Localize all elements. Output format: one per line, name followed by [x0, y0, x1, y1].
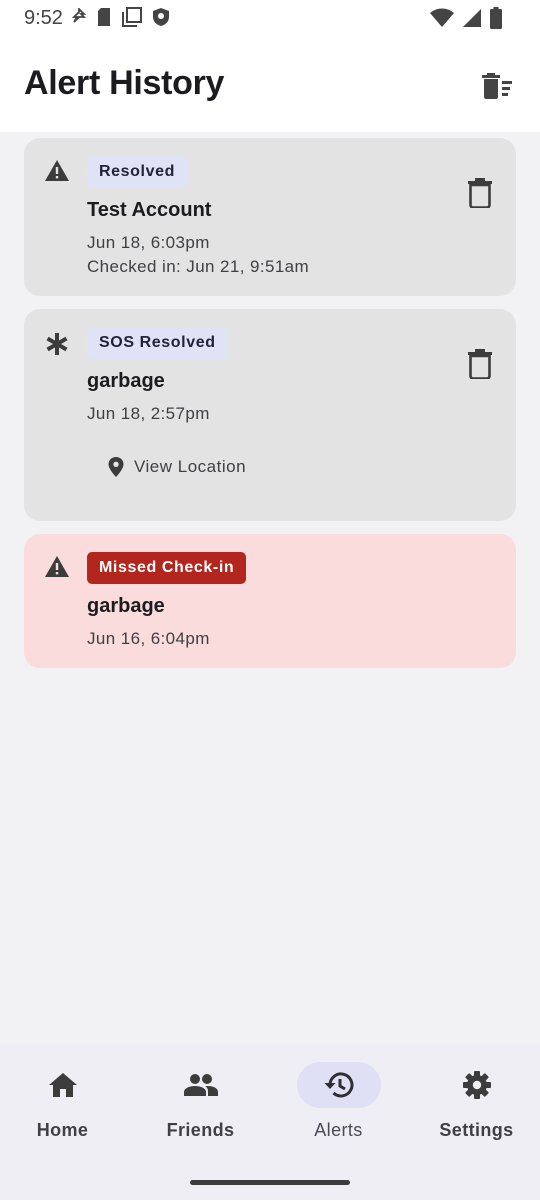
alert-card-resolved[interactable]: Resolved Test Account Jun 18, 6:03pm Che…: [24, 138, 516, 296]
alert-contact-name: garbage: [87, 370, 165, 392]
alert-card-missed-checkin[interactable]: Missed Check-in garbage Jun 16, 6:04pm: [24, 534, 516, 668]
view-location-label: View Location: [134, 457, 247, 476]
alert-timestamp: Jun 16, 6:04pm: [87, 629, 210, 648]
nav-item-home[interactable]: Home: [0, 1062, 130, 1152]
battery-icon: [490, 7, 502, 29]
bottom-navigation: Home Friends Alerts Settings: [0, 1044, 540, 1200]
home-indicator[interactable]: [190, 1180, 350, 1185]
home-icon: [48, 1073, 77, 1097]
nav-label-settings: Settings: [439, 1120, 514, 1140]
alert-timestamp: Jun 18, 6:03pm: [87, 233, 210, 252]
view-location-button[interactable]: View Location: [108, 455, 246, 479]
clear-history-button[interactable]: [480, 70, 516, 102]
nav-label-alerts: Alerts: [314, 1120, 363, 1140]
status-badge: Resolved: [87, 156, 187, 188]
data-saver-icon: [72, 8, 86, 23]
screenshot-icon: [122, 7, 142, 27]
status-badge: Missed Check-in: [87, 552, 247, 584]
trash-icon: [468, 349, 492, 380]
history-icon: [324, 1072, 353, 1098]
nav-item-alerts[interactable]: Alerts: [271, 1062, 406, 1152]
status-badge: SOS Resolved: [87, 327, 228, 359]
gear-icon: [462, 1071, 491, 1099]
location-pin-icon: [108, 457, 124, 477]
delete-sweep-icon: [482, 73, 512, 99]
status-bar: 9:52: [0, 0, 540, 36]
delete-alert-button[interactable]: [468, 178, 492, 209]
trash-icon: [468, 178, 492, 209]
page-title: Alert History: [24, 64, 225, 102]
delete-alert-button[interactable]: [468, 349, 492, 380]
people-icon: [183, 1074, 218, 1096]
nav-item-settings[interactable]: Settings: [409, 1062, 540, 1152]
nav-label-friends: Friends: [166, 1120, 235, 1140]
shield-icon: [153, 8, 169, 26]
nav-active-indicator: [296, 1062, 381, 1108]
alert-contact-name: Test Account: [87, 199, 212, 221]
wifi-icon: [430, 8, 454, 27]
alert-timestamp: Jun 18, 2:57pm: [87, 404, 210, 423]
app-bar: Alert History: [0, 36, 540, 132]
warning-icon: [45, 160, 69, 181]
alert-contact-name: garbage: [87, 595, 165, 617]
signal-icon: [463, 9, 481, 27]
asterisk-icon: [46, 333, 68, 355]
nav-label-home: Home: [36, 1120, 89, 1140]
warning-icon: [45, 556, 69, 577]
status-time: 9:52: [24, 7, 63, 29]
alert-card-sos[interactable]: SOS Resolved garbage Jun 18, 2:57pm View…: [24, 309, 516, 521]
nav-item-friends[interactable]: Friends: [133, 1062, 268, 1152]
sd-card-icon: [98, 8, 110, 26]
checked-in-timestamp: Checked in: Jun 21, 9:51am: [87, 257, 310, 276]
